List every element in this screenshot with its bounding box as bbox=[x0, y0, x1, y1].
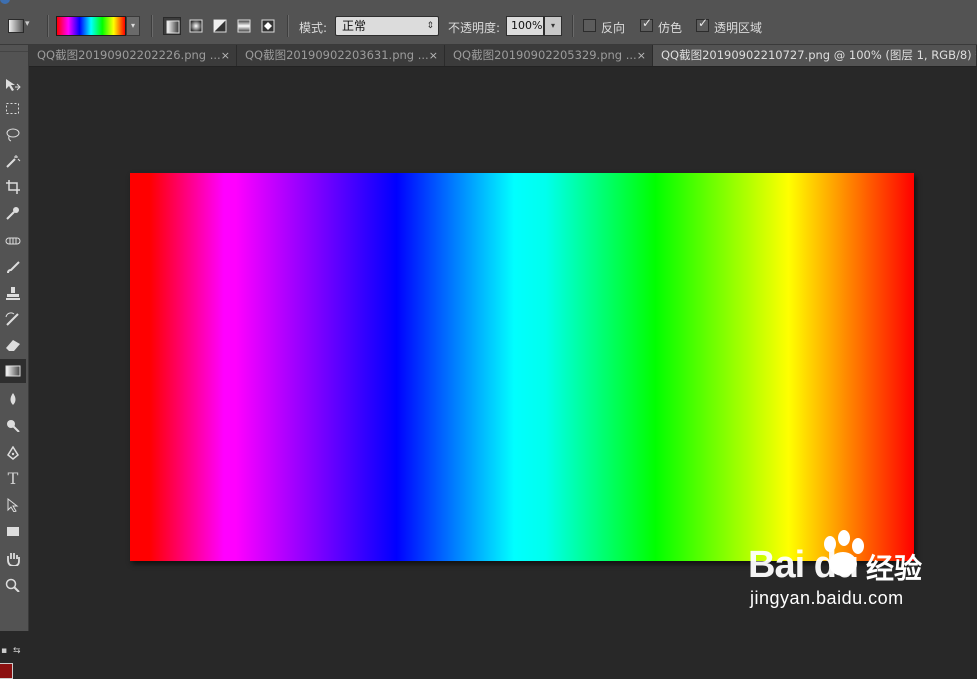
rectangle-tool-icon[interactable] bbox=[0, 519, 26, 543]
separator bbox=[151, 15, 153, 37]
pen-tool-icon[interactable] bbox=[0, 441, 26, 465]
angle-gradient-icon bbox=[213, 19, 227, 33]
transparency-label: 透明区域 bbox=[714, 21, 763, 35]
tab-label: QQ截图20190902203631.png ... bbox=[245, 48, 429, 62]
document-canvas-gradient[interactable] bbox=[130, 173, 914, 561]
gradient-tool-preset-icon bbox=[8, 19, 24, 33]
watermark-url: jingyan.baidu.com bbox=[750, 588, 904, 608]
document-tab-active[interactable]: QQ截图20190902210727.png @ 100% (图层 1, RGB… bbox=[653, 45, 977, 66]
close-icon[interactable]: × bbox=[221, 45, 230, 66]
separator bbox=[287, 15, 289, 37]
app-icon bbox=[0, 0, 10, 4]
document-tab[interactable]: QQ截图20190902205329.png ... × bbox=[445, 45, 653, 66]
panel-grip[interactable] bbox=[0, 45, 28, 52]
chevron-down-icon[interactable]: ▾ bbox=[126, 16, 140, 36]
dither-label: 仿色 bbox=[658, 21, 683, 35]
eraser-tool-icon[interactable] bbox=[0, 333, 26, 357]
marquee-tool-icon[interactable] bbox=[0, 97, 26, 121]
radial-gradient-button[interactable] bbox=[187, 17, 205, 35]
document-tab[interactable]: QQ截图20190902202226.png ... × bbox=[29, 45, 237, 66]
chevron-down-icon: ▾ bbox=[25, 19, 30, 29]
dodge-tool-icon[interactable] bbox=[0, 413, 26, 437]
magic-wand-tool-icon[interactable] bbox=[0, 149, 26, 173]
linear-gradient-button[interactable] bbox=[163, 17, 181, 35]
hand-tool-icon[interactable] bbox=[0, 547, 26, 571]
clone-stamp-tool-icon[interactable] bbox=[0, 281, 26, 305]
document-tabs: QQ截图20190902202226.png ... × QQ截图2019090… bbox=[29, 45, 977, 67]
baidu-paw-icon bbox=[824, 530, 864, 576]
reverse-label: 反向 bbox=[601, 21, 626, 35]
options-bar: ▾ ▾ 模式: 正常 ⇕ 不透明度: 100% ▾ 反向 ✓ 仿色 ✓ 透明区域 bbox=[0, 6, 977, 45]
gradient-preview[interactable] bbox=[56, 16, 126, 36]
checkmark-icon: ✓ bbox=[642, 16, 653, 30]
transparency-checkbox[interactable]: ✓ bbox=[696, 16, 709, 32]
healing-brush-tool-icon[interactable] bbox=[0, 229, 26, 253]
baidu-jingyan-watermark: Bai du 经验 jingyan.baidu.com bbox=[748, 530, 977, 610]
lasso-tool-icon[interactable] bbox=[0, 123, 26, 147]
zoom-tool-icon[interactable] bbox=[0, 573, 26, 597]
tab-label: QQ截图20190902202226.png ... bbox=[37, 48, 221, 62]
watermark-cn-text: 经验 bbox=[866, 552, 923, 585]
path-selection-tool-icon[interactable] bbox=[0, 493, 26, 517]
default-colors-icon[interactable]: ▪ bbox=[1, 646, 7, 656]
updown-arrow-icon: ⇕ bbox=[426, 21, 434, 31]
swap-colors-icon[interactable]: ⇆ bbox=[13, 646, 21, 656]
reflected-gradient-button[interactable] bbox=[235, 17, 253, 35]
tools-panel: T ▪ ⇆ bbox=[0, 45, 29, 679]
blur-tool-icon[interactable] bbox=[0, 387, 26, 411]
separator bbox=[572, 15, 574, 37]
opacity-input[interactable]: 100% bbox=[506, 16, 544, 36]
linear-gradient-icon bbox=[166, 20, 180, 34]
tool-preset-picker[interactable]: ▾ bbox=[6, 18, 32, 34]
eyedropper-tool-icon[interactable] bbox=[0, 201, 26, 225]
mode-value: 正常 bbox=[342, 19, 367, 33]
foreground-color-swatch[interactable] bbox=[0, 663, 13, 679]
diamond-gradient-button[interactable] bbox=[259, 17, 277, 35]
type-tool-icon[interactable]: T bbox=[0, 467, 26, 491]
checkmark-icon: ✓ bbox=[698, 16, 709, 30]
reflected-gradient-icon bbox=[237, 19, 251, 33]
radial-gradient-icon bbox=[189, 19, 203, 33]
history-brush-tool-icon[interactable] bbox=[0, 307, 26, 331]
tab-label: QQ截图20190902210727.png @ 100% (图层 1, RGB… bbox=[661, 48, 977, 62]
crop-tool-icon[interactable] bbox=[0, 175, 26, 199]
separator bbox=[47, 15, 49, 37]
close-icon[interactable]: × bbox=[637, 45, 646, 66]
mode-select[interactable]: 正常 ⇕ bbox=[335, 16, 439, 36]
move-tool-icon[interactable] bbox=[0, 73, 26, 97]
tab-label: QQ截图20190902205329.png ... bbox=[453, 48, 637, 62]
brush-tool-icon[interactable] bbox=[0, 255, 26, 279]
reverse-checkbox[interactable] bbox=[583, 19, 596, 32]
opacity-label: 不透明度: bbox=[448, 21, 501, 35]
close-icon[interactable]: × bbox=[429, 45, 438, 66]
gradient-tool-icon[interactable] bbox=[0, 359, 26, 383]
angle-gradient-button[interactable] bbox=[211, 17, 229, 35]
dither-checkbox[interactable]: ✓ bbox=[640, 16, 653, 32]
opacity-dropdown-button[interactable]: ▾ bbox=[544, 16, 562, 36]
document-tab[interactable]: QQ截图20190902203631.png ... × bbox=[237, 45, 445, 66]
mode-label: 模式: bbox=[299, 21, 328, 35]
gradient-picker[interactable]: ▾ bbox=[56, 16, 140, 36]
diamond-gradient-icon bbox=[261, 19, 275, 33]
